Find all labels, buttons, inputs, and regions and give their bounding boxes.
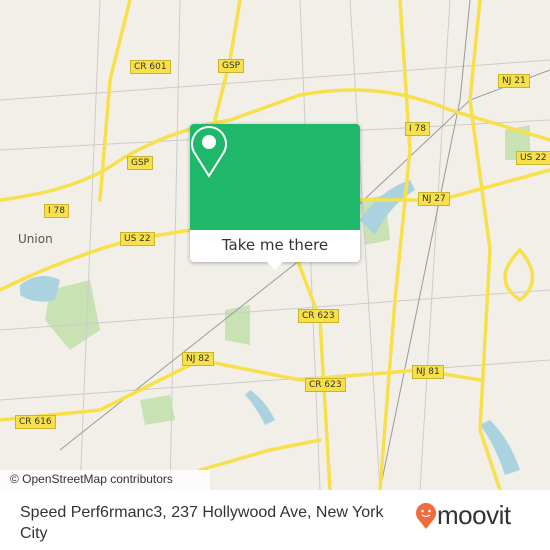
address-text: Speed Perf6rmanc3, 237 Hollywood Ave, Ne… [20,504,384,542]
road-shield: NJ 27 [418,192,450,206]
road-shield: GSP [218,59,245,73]
road-shield: NJ 21 [498,74,530,88]
map[interactable]: Union GSP CR 601 I 78 GSP US 22 I 78 NJ … [0,0,550,490]
map-attribution[interactable]: © OpenStreetMap contributors [0,470,210,490]
road-shield: US 22 [120,232,155,246]
map-pin-icon [191,126,227,178]
moovit-wordmark: moovit [437,500,511,530]
road-shield: CR 601 [130,60,171,74]
take-me-there-button[interactable]: Take me there [190,230,360,262]
place-label-union: Union [18,232,53,246]
popup-header [190,124,360,230]
popup-tail [267,262,283,270]
road-shield: CR 616 [15,415,56,429]
road-shield: US 22 [516,151,550,165]
moovit-pin-icon [416,502,436,529]
location-popup: Take me there [190,124,360,270]
road-shield: NJ 81 [412,365,444,379]
road-shield: I 78 [405,122,430,136]
moovit-logo[interactable]: moovit [415,500,511,531]
road-shield: GSP [127,156,154,170]
road-shield: I 78 [44,204,69,218]
road-shield: CR 623 [298,309,339,323]
road-shield: NJ 82 [182,352,214,366]
road-shield: CR 623 [305,378,346,392]
